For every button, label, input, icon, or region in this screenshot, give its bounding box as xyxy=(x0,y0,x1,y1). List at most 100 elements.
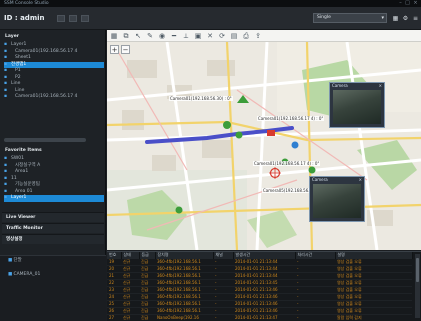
table-cell: 신규 xyxy=(121,258,139,266)
table-cell: 긴급 xyxy=(139,279,155,287)
maximize-icon[interactable]: □ xyxy=(405,1,410,6)
camera-video-popup[interactable]: Camera × xyxy=(309,176,365,222)
gear-icon[interactable]: ⚙ xyxy=(402,15,409,22)
table-cell: 2014-01-01 21:13:44 xyxy=(233,258,295,266)
print-icon[interactable]: ⎙ xyxy=(242,32,250,40)
save-icon[interactable] xyxy=(57,15,65,22)
live-viewer-button[interactable]: Live Viewer xyxy=(2,212,104,222)
checkbox-icon[interactable]: ▪ xyxy=(4,94,8,101)
minimize-icon[interactable]: – xyxy=(398,1,403,6)
layer-panel-header[interactable]: Layer xyxy=(2,32,104,41)
table-cell: 19 xyxy=(107,258,121,266)
table-cell: 신규 xyxy=(121,314,139,321)
lower-tree-item[interactable]: ■ 단말 xyxy=(8,258,98,265)
open-icon[interactable] xyxy=(69,15,77,22)
table-cell: 영상 검출 오류 xyxy=(335,300,412,308)
menu-icon[interactable]: ≡ xyxy=(412,15,419,22)
table-cell: - xyxy=(295,314,335,321)
table-cell: 2014-01-01 21:13:46 xyxy=(233,300,295,308)
zoom-out-button[interactable]: − xyxy=(121,45,130,54)
table-cell: 영상 검출 오류 xyxy=(335,258,412,266)
save-icon[interactable]: ▣ xyxy=(194,32,202,40)
video-frame xyxy=(333,90,381,124)
layer-tree-item-label: Layer1 xyxy=(11,42,27,47)
delete-icon[interactable]: ✕ xyxy=(206,32,214,40)
refresh-icon[interactable]: ⟳ xyxy=(218,32,226,40)
grid-icon[interactable]: ▦ xyxy=(110,32,118,40)
layers-icon[interactable]: ⧉ xyxy=(122,32,130,40)
video-frame xyxy=(313,184,361,218)
table-cell: - xyxy=(213,286,233,294)
camera-map-label[interactable]: Camera01(192.168.56.17 4) : 0° xyxy=(257,116,325,121)
table-row[interactable]: 23 신규 긴급 360-4fb(192.168.56.1-2014-01-01 21… xyxy=(107,286,412,294)
camera-map-label[interactable]: Camera01(192.168.56.17 4) : 0° xyxy=(253,161,321,166)
table-row[interactable]: 19 신규 긴급 360-4fb(192.168.56.1-2014-01-01 21… xyxy=(107,258,412,266)
favorite-tree-item[interactable]: ▪ Layer1 xyxy=(4,195,104,202)
favorite-tree-item-label: 시정실구역 A xyxy=(15,162,41,168)
close-icon[interactable]: × xyxy=(359,177,362,183)
favorite-tree-item-label: Area1 xyxy=(15,169,29,174)
table-row[interactable]: 24 신규 긴급 360-4fb(192.168.56.1-2014-01-01 21… xyxy=(107,293,412,301)
table-row[interactable]: 21 신규 긴급 360-4fb(192.168.56.1-2014-01-01 21… xyxy=(107,272,412,280)
table-cell: 신규 xyxy=(121,279,139,287)
settings-icon[interactable] xyxy=(81,15,89,22)
map-canvas[interactable] xyxy=(107,30,421,250)
favorite-panel-header[interactable]: Favorite Items xyxy=(2,146,104,155)
grid-icon[interactable]: ▦ xyxy=(392,15,399,22)
layer-tree-item-label: Line xyxy=(15,87,25,93)
table-row[interactable]: 26 신규 긴급 360-4fb(192.168.56.1-2014-01-01 21… xyxy=(107,307,412,315)
table-cell: 20 xyxy=(107,265,121,273)
camera-icon[interactable]: ◉ xyxy=(158,32,166,40)
table-cell: 360-4fb(192.168.56.1 xyxy=(155,286,213,294)
table-cell: - xyxy=(295,258,335,266)
close-icon[interactable]: × xyxy=(413,1,418,6)
camera-video-popup[interactable]: Camera × xyxy=(329,82,385,128)
layout-select[interactable]: Single ▾ xyxy=(313,13,387,23)
table-row[interactable]: 22 신규 긴급 360-4fb(192.168.56.1-2014-01-01 21… xyxy=(107,279,412,287)
table-cell: 영상 검출 오류 xyxy=(335,272,412,280)
close-icon[interactable]: × xyxy=(379,83,382,89)
event-log-scrollbar[interactable] xyxy=(415,254,420,318)
table-cell: - xyxy=(213,314,233,321)
edit-icon[interactable]: ✎ xyxy=(146,32,154,40)
popup-title: Camera xyxy=(332,83,348,88)
view-set-button[interactable]: 영상설정 xyxy=(2,234,104,244)
table-cell: 360-4fb(192.168.56.1 xyxy=(155,272,213,280)
line-icon[interactable]: ━ xyxy=(170,32,178,40)
layer-tree-scrollbar[interactable] xyxy=(4,138,86,142)
table-cell: - xyxy=(295,265,335,273)
table-cell: 360-4fb(192.168.56.1 xyxy=(155,279,213,287)
zoom-in-button[interactable]: + xyxy=(110,45,119,54)
table-cell: 신규 xyxy=(121,300,139,308)
table-cell: 긴급 xyxy=(139,272,155,280)
table-cell: - xyxy=(295,286,335,294)
checkbox-icon[interactable]: ▪ xyxy=(4,195,8,202)
table-cell: 영상 검출 오류 xyxy=(335,307,412,315)
table-cell: 360-4fb(192.168.56.1 xyxy=(155,307,213,315)
table-row[interactable]: 27 신규 긴급 NanoOnBeep(192.16-2014-01-01 21:13… xyxy=(107,314,412,321)
pointer-icon[interactable]: ↖ xyxy=(134,32,142,40)
camera-map-label[interactable]: Camera01(192.168.56.30) : 0° xyxy=(169,96,233,101)
table-cell: 영상 검출 오류 xyxy=(335,286,412,294)
layer-tree-item[interactable]: ▪ Camera01(192.168.56.17 4 xyxy=(4,94,104,101)
table-row[interactable]: 25 신규 긴급 360-4fb(192.168.56.1-2014-01-01 21… xyxy=(107,300,412,308)
export-icon[interactable]: ⇪ xyxy=(254,32,262,40)
map-view[interactable]: ▦ ⧉ ↖ ✎ ◉ ━ ⟂ ▣ ✕ ⟳ ▤ ⎙ ⇪ + − Camera01(1… xyxy=(107,30,421,250)
measure-icon[interactable]: ⟂ xyxy=(182,32,190,40)
favorite-tree-item-label: Layer1 xyxy=(11,195,27,200)
table-cell: 신규 xyxy=(121,293,139,301)
traffic-monitor-button[interactable]: Traffic Monitor xyxy=(2,223,104,233)
table-cell: - xyxy=(295,300,335,308)
table-cell: 신규 xyxy=(121,286,139,294)
table-cell: 26 xyxy=(107,307,121,315)
table-row[interactable]: 20 신규 긴급 360-4fb(192.168.56.1-2014-01-01 21… xyxy=(107,265,412,273)
lower-tree-item[interactable]: ■ CAMERA_01 xyxy=(8,272,98,279)
table-cell: 21 xyxy=(107,272,121,280)
table-cell: - xyxy=(213,265,233,273)
image-icon[interactable]: ▤ xyxy=(230,32,238,40)
table-cell: - xyxy=(213,307,233,315)
table-cell: 27 xyxy=(107,314,121,321)
table-cell: 24 xyxy=(107,293,121,301)
table-cell: 2014-01-01 21:13:46 xyxy=(233,293,295,301)
table-cell: 긴급 xyxy=(139,293,155,301)
